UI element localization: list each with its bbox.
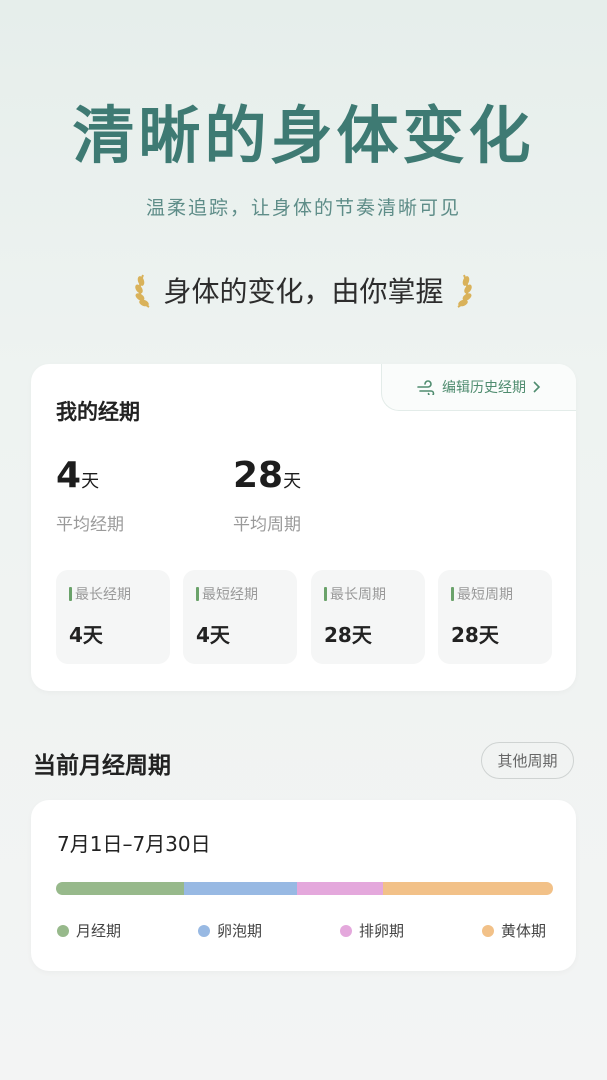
phase-segment-menstrual [56, 882, 185, 895]
current-cycle-card: 7月1日–7月30日 月经期 卵泡期 排卵期 黄体期 [31, 800, 576, 971]
slogan: 身体的变化，由你掌握 [0, 270, 607, 310]
wind-icon [417, 380, 435, 395]
stat-longest-cycle: 最长周期 28天 [311, 570, 425, 664]
legend-dot [482, 924, 494, 937]
stat-shortest-cycle: 最短周期 28天 [438, 570, 552, 664]
avg-period-label: 平均经期 [56, 515, 124, 535]
stat-label: 最长经期 [69, 584, 131, 604]
avg-period-unit: 天 [81, 471, 100, 492]
avg-cycle-label: 平均周期 [233, 515, 301, 535]
stat-value: 28天 [451, 623, 499, 647]
stat-value: 4天 [196, 623, 230, 647]
other-cycles-button[interactable]: 其他周期 [481, 742, 574, 779]
legend-menstrual: 月经期 [57, 920, 121, 941]
my-period-card: 我的经期 编辑历史经期 4天 平均经期 28天 平均周期 最长经期 4天 最短经… [31, 364, 576, 691]
legend-dot [198, 924, 210, 937]
avg-period-stat: 4天 平均经期 [56, 454, 124, 535]
legend-dot [340, 924, 352, 937]
edit-history-label: 编辑历史经期 [442, 380, 526, 396]
laurel-left-icon [135, 274, 151, 308]
cycle-date-range: 7月1日–7月30日 [57, 832, 211, 856]
legend-label: 卵泡期 [217, 922, 263, 940]
stat-label: 最长周期 [324, 584, 386, 604]
avg-period-value: 4 [56, 455, 82, 496]
stat-value: 4天 [69, 623, 103, 647]
stat-longest-period: 最长经期 4天 [56, 570, 170, 664]
stat-label: 最短经期 [196, 584, 258, 604]
phase-segment-follicular [184, 882, 297, 895]
legend-label: 月经期 [76, 922, 122, 940]
stat-label: 最短周期 [451, 584, 513, 604]
legend-label: 黄体期 [501, 922, 547, 940]
current-cycle-title: 当前月经周期 [33, 753, 171, 779]
legend-follicular: 卵泡期 [198, 920, 262, 941]
legend-dot [57, 924, 69, 937]
edit-history-button[interactable]: 编辑历史经期 [381, 364, 576, 411]
phase-segment-ovulation [296, 882, 383, 895]
chevron-right-icon [533, 381, 541, 393]
avg-cycle-unit: 天 [283, 471, 302, 492]
stat-shortest-period: 最短经期 4天 [183, 570, 297, 664]
stat-value: 28天 [324, 623, 372, 647]
avg-cycle-stat: 28天 平均周期 [233, 454, 301, 535]
hero-title: 清晰的身体变化 [72, 99, 535, 172]
slogan-text: 身体的变化，由你掌握 [163, 275, 444, 308]
avg-cycle-value: 28 [233, 455, 284, 496]
legend-label: 排卵期 [359, 922, 405, 940]
laurel-right-icon [456, 274, 472, 308]
legend-luteal: 黄体期 [482, 920, 546, 941]
legend-ovulation: 排卵期 [340, 920, 404, 941]
phase-segment-luteal [382, 882, 553, 895]
hero-subtitle: 温柔追踪，让身体的节奏清晰可见 [145, 197, 461, 219]
cycle-phase-bar [56, 882, 553, 895]
card-title: 我的经期 [56, 400, 140, 424]
